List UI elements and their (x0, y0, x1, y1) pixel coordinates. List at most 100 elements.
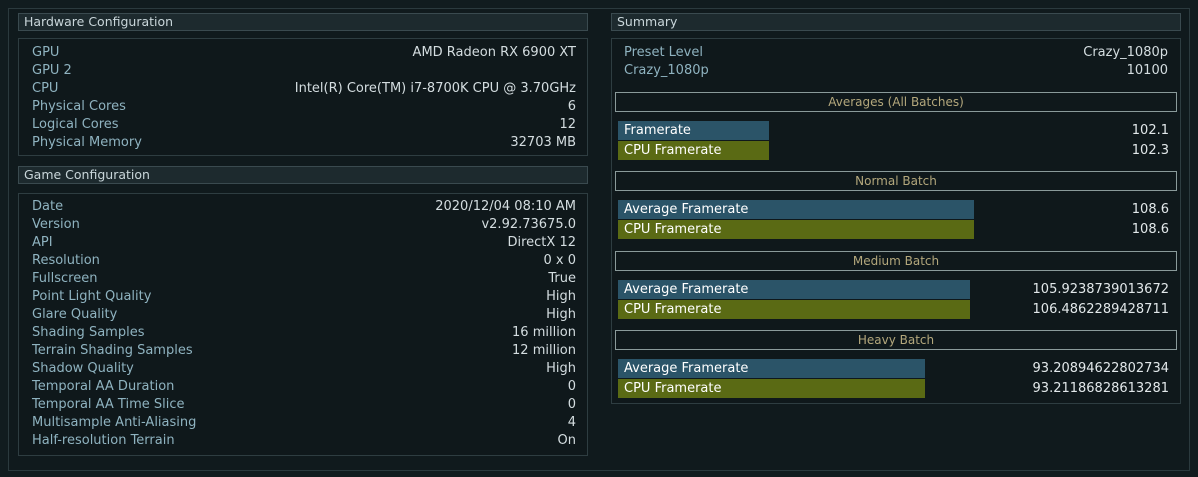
game-row: Shadow Quality High (32, 360, 576, 378)
game-row: Terrain Shading Samples 12 million (32, 342, 576, 360)
framerate-bar-value: 106.4862289428711 (1032, 302, 1169, 317)
game-key: Temporal AA Time Slice (32, 397, 185, 412)
framerate-bar: CPU Framerate (618, 220, 974, 239)
hardware-key: Logical Cores (32, 117, 119, 132)
game-value: DirectX 12 (507, 235, 576, 250)
game-value: 16 million (512, 325, 576, 340)
framerate-bar-value: 93.21186828613281 (1032, 381, 1169, 396)
hardware-config-header: Hardware Configuration (18, 13, 588, 31)
game-row: Multisample Anti-Aliasing 4 (32, 414, 576, 432)
game-key: Point Light Quality (32, 289, 152, 304)
game-key: Version (32, 217, 80, 232)
game-value: 0 (567, 379, 576, 394)
framerate-bar: Framerate (618, 121, 769, 140)
hardware-value: 6 (567, 99, 576, 114)
framerate-bar-label: Framerate (624, 123, 691, 138)
summary-row: Crazy_1080p 10100 (624, 62, 1168, 80)
summary-title: Summary (617, 14, 678, 29)
game-value: 0 x 0 (543, 253, 577, 268)
hardware-value: Intel(R) Core(TM) i7-8700K CPU @ 3.70GHz (294, 81, 576, 96)
hardware-config-panel: GPU AMD Radeon RX 6900 XT GPU 2 CPU Intel(R)… (18, 38, 588, 156)
hardware-key: Physical Memory (32, 135, 142, 150)
hardware-row: GPU 2 (32, 62, 576, 80)
game-row: Resolution 0 x 0 (32, 252, 576, 270)
game-key: Resolution (32, 253, 100, 268)
game-value: On (557, 433, 576, 448)
batch-title: Normal Batch (615, 171, 1177, 191)
game-row: Point Light Quality High (32, 288, 576, 306)
game-key: API (32, 235, 53, 250)
hardware-row: Physical Memory 32703 MB (32, 134, 576, 152)
framerate-bar: Average Framerate (618, 359, 925, 378)
summary-header: Summary (611, 13, 1181, 31)
game-key: Date (32, 199, 64, 214)
hardware-value: 32703 MB (510, 135, 576, 150)
game-value: v2.92.73675.0 (481, 217, 576, 232)
hardware-value: AMD Radeon RX 6900 XT (412, 45, 576, 60)
game-row: Temporal AA Duration 0 (32, 378, 576, 396)
framerate-bar-value: 105.9238739013672 (1032, 282, 1169, 297)
framerate-bar-label: Average Framerate (624, 361, 749, 376)
game-value: True (548, 271, 576, 286)
game-value: High (546, 307, 576, 322)
game-row: Version v2.92.73675.0 (32, 216, 576, 234)
hardware-row: Logical Cores 12 (32, 116, 576, 134)
hardware-key: GPU (32, 45, 60, 60)
game-row: API DirectX 12 (32, 234, 576, 252)
hardware-key: Physical Cores (32, 99, 126, 114)
game-row: Fullscreen True (32, 270, 576, 288)
framerate-bar: CPU Framerate (618, 141, 769, 160)
game-key: Glare Quality (32, 307, 118, 322)
framerate-bar-value: 102.1 (1131, 123, 1169, 138)
game-row: Half-resolution Terrain On (32, 432, 576, 450)
game-key: Terrain Shading Samples (32, 343, 193, 358)
hardware-key: GPU 2 (32, 63, 72, 78)
game-key: Fullscreen (32, 271, 98, 286)
batch-bar-row: CPU Framerate 102.3 (618, 141, 1169, 160)
batch-bar-row: CPU Framerate 108.6 (618, 220, 1169, 239)
batch-title: Heavy Batch (615, 330, 1177, 350)
game-value: 0 (567, 397, 576, 412)
batch-bar-row: CPU Framerate 106.4862289428711 (618, 300, 1169, 319)
game-value: 4 (567, 415, 576, 430)
hardware-row: GPU AMD Radeon RX 6900 XT (32, 44, 576, 62)
game-value: High (546, 361, 576, 376)
batch-bar-row: Average Framerate 93.20894622802734 (618, 359, 1169, 378)
framerate-bar-value: 108.6 (1131, 222, 1169, 237)
framerate-bar-label: CPU Framerate (624, 222, 722, 237)
hardware-config-title: Hardware Configuration (24, 14, 174, 29)
hardware-value: 12 (559, 117, 576, 132)
summary-row: Preset Level Crazy_1080p (624, 44, 1168, 62)
batch-bar-row: Framerate 102.1 (618, 121, 1169, 140)
game-config-panel: Date 2020/12/04 08:10 AM Version v2.92.7367… (18, 193, 588, 456)
game-key: Temporal AA Duration (32, 379, 175, 394)
batch-title: Averages (All Batches) (615, 92, 1177, 112)
batch-bar-row: Average Framerate 105.9238739013672 (618, 280, 1169, 299)
summary-value: Crazy_1080p (1083, 45, 1168, 60)
summary-value: 10100 (1126, 63, 1168, 78)
game-key: Shading Samples (32, 325, 145, 340)
framerate-bar-label: CPU Framerate (624, 143, 722, 158)
game-row: Shading Samples 16 million (32, 324, 576, 342)
framerate-bar-label: CPU Framerate (624, 302, 722, 317)
framerate-bar: Average Framerate (618, 280, 970, 299)
framerate-bar-value: 93.20894622802734 (1032, 361, 1169, 376)
game-config-header: Game Configuration (18, 166, 588, 184)
hardware-row: Physical Cores 6 (32, 98, 576, 116)
game-key: Half-resolution Terrain (32, 433, 175, 448)
batch-title: Medium Batch (615, 251, 1177, 271)
game-key: Shadow Quality (32, 361, 134, 376)
game-config-title: Game Configuration (24, 167, 150, 182)
framerate-bar-label: Average Framerate (624, 282, 749, 297)
game-value: 2020/12/04 08:10 AM (435, 199, 576, 214)
framerate-bar-value: 102.3 (1131, 143, 1169, 158)
hardware-key: CPU (32, 81, 59, 96)
summary-key: Preset Level (624, 45, 703, 60)
summary-key: Crazy_1080p (624, 63, 709, 78)
game-row: Temporal AA Time Slice 0 (32, 396, 576, 414)
framerate-bar-value: 108.6 (1131, 202, 1169, 217)
game-row: Date 2020/12/04 08:10 AM (32, 198, 576, 216)
framerate-bar: CPU Framerate (618, 379, 925, 398)
framerate-bar: CPU Framerate (618, 300, 970, 319)
framerate-bar-label: CPU Framerate (624, 381, 722, 396)
